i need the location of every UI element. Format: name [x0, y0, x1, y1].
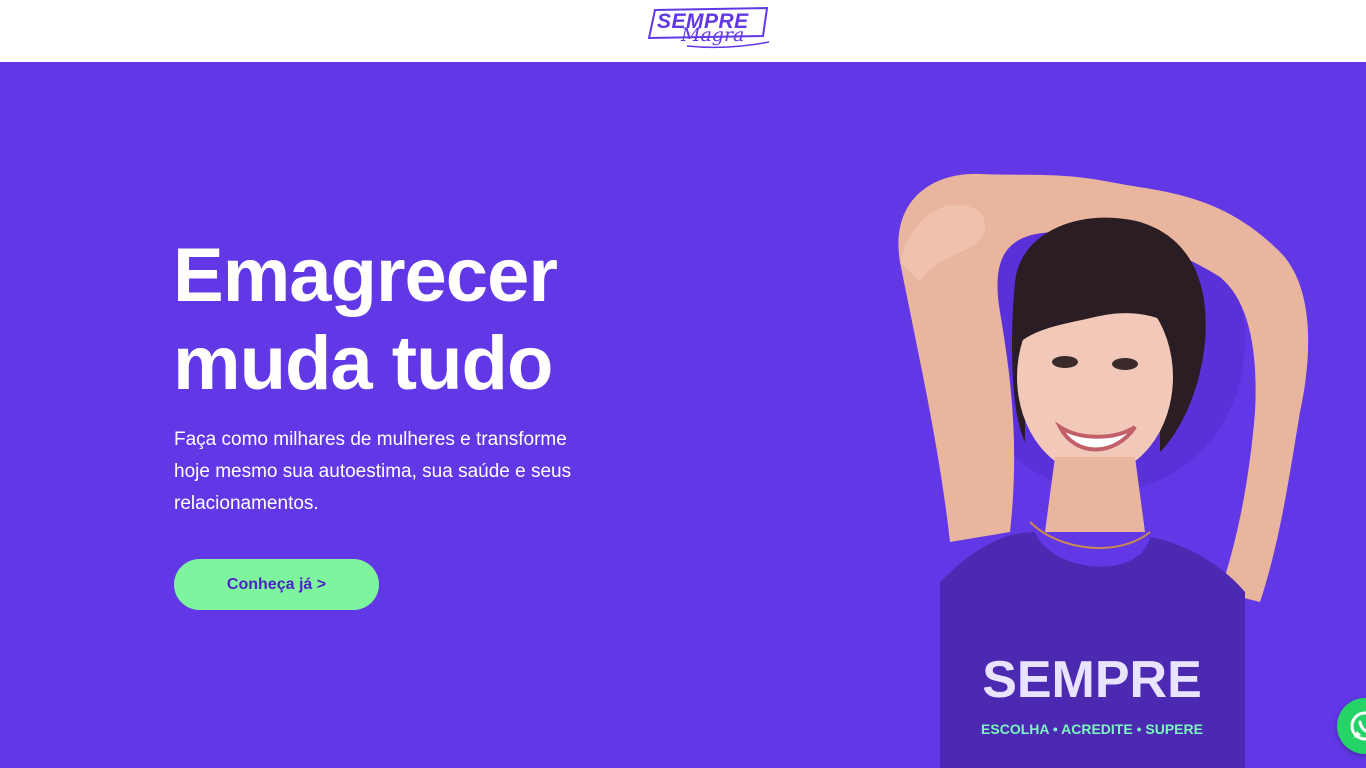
hero-subtitle: Faça como milhares de mulheres e transfo…: [174, 429, 572, 514]
cta-button[interactable]: Conheça já >: [174, 559, 379, 610]
hero-section: Emagrecer muda tudo Faça como milhares d…: [0, 62, 1366, 768]
brand-logo[interactable]: SEMPRE Magra: [647, 6, 771, 52]
site-header: SEMPRE Magra: [0, 0, 1366, 62]
whatsapp-icon: [1350, 711, 1366, 741]
hero-headline: Emagrecer muda tudo: [173, 232, 633, 408]
hero-woman-photo: SEMPRE ESCOLHA • ACREDITE • SUPERE: [898, 173, 1309, 768]
shirt-brand-text: SEMPRE: [982, 651, 1202, 709]
shirt-tagline-text: ESCOLHA • ACREDITE • SUPERE: [981, 721, 1203, 737]
whatsapp-button[interactable]: [1337, 698, 1366, 754]
hero-headline-line-2: muda tudo: [173, 321, 553, 406]
logo-script: Magra: [681, 24, 745, 46]
hero-headline-line-1: Emagrecer: [173, 233, 558, 318]
